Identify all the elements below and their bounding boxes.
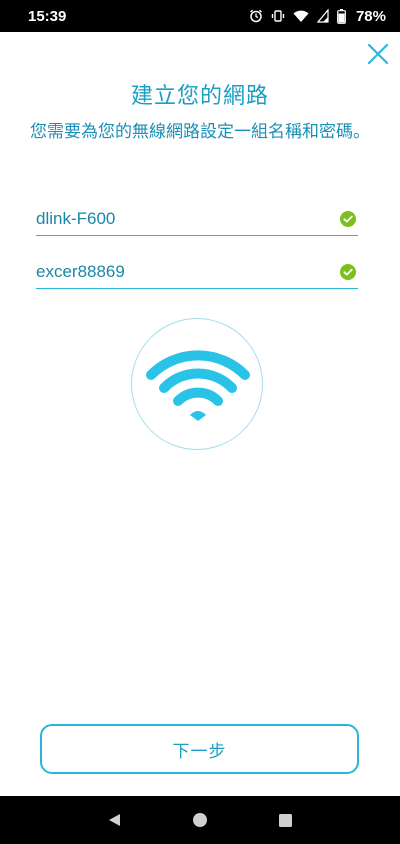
status-time: 15:39	[28, 7, 67, 25]
vibrate-icon	[271, 9, 285, 23]
network-name-field[interactable]	[36, 202, 358, 236]
check-circle-icon	[340, 210, 356, 227]
page-title: 建立您的網路	[130, 84, 269, 109]
wifi-icon	[293, 9, 309, 23]
page-subtitle: 您需要為您的無線網路設定一組名稱和密碼。	[30, 122, 370, 142]
password-input[interactable]	[36, 261, 340, 282]
signal-icon	[316, 9, 329, 23]
status-icons: 78%	[249, 8, 386, 25]
status-bar: 15:39 78%	[0, 0, 400, 32]
check-circle-icon	[340, 263, 356, 280]
battery-percent: 78%	[355, 7, 386, 25]
password-field[interactable]	[36, 255, 358, 289]
next-button[interactable]: 下一步	[40, 724, 359, 774]
wifi-icon	[146, 350, 250, 421]
battery-icon	[337, 8, 346, 24]
back-icon[interactable]	[107, 812, 123, 828]
back-button[interactable]	[105, 810, 125, 830]
close-button[interactable]	[366, 42, 390, 66]
alarm-icon	[249, 9, 263, 23]
home-button[interactable]	[190, 810, 210, 830]
recents-icon[interactable]	[278, 813, 293, 828]
wifi-illustration	[131, 318, 263, 450]
nav-bar	[0, 796, 400, 844]
recents-button[interactable]	[275, 810, 295, 830]
network-name-input[interactable]	[36, 208, 340, 229]
home-icon[interactable]	[191, 811, 209, 829]
close-icon[interactable]	[366, 42, 390, 66]
